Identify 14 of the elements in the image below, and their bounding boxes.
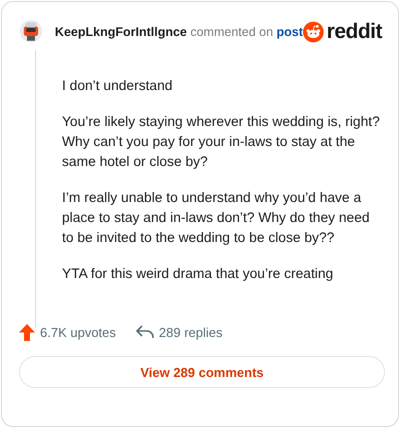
post-link[interactable]: post: [276, 25, 303, 39]
reply-arrow-icon[interactable]: [136, 325, 154, 339]
reply-count: 289 replies: [158, 324, 222, 340]
comment-paragraph: I don’t understand: [62, 77, 174, 95]
comment-paragraph: YTA for this weird drama that you’re creating: [62, 265, 334, 283]
action-text: commented on: [190, 25, 274, 39]
comment-paragraph: I’m really unable to understand why you’d have a place to stay and in-laws don’t? Why do they need to be invited to the wedding to be close by??: [62, 189, 371, 247]
comment-paragraph: You’re likely staying wherever this wedding is, right? Why can’t you pay for your in-laws to stay at the same hotel or close by?: [62, 113, 381, 171]
username[interactable]: KeepLkngForIntllgnce: [54, 25, 187, 39]
upvote-count: 6.7K upvotes: [40, 324, 116, 340]
view-comments-button[interactable]: View 289 comments: [19, 356, 385, 388]
snoo-icon: [302, 19, 324, 45]
upvote-arrow-icon[interactable]: [19, 324, 35, 340]
brand-name: reddit: [326, 20, 382, 44]
